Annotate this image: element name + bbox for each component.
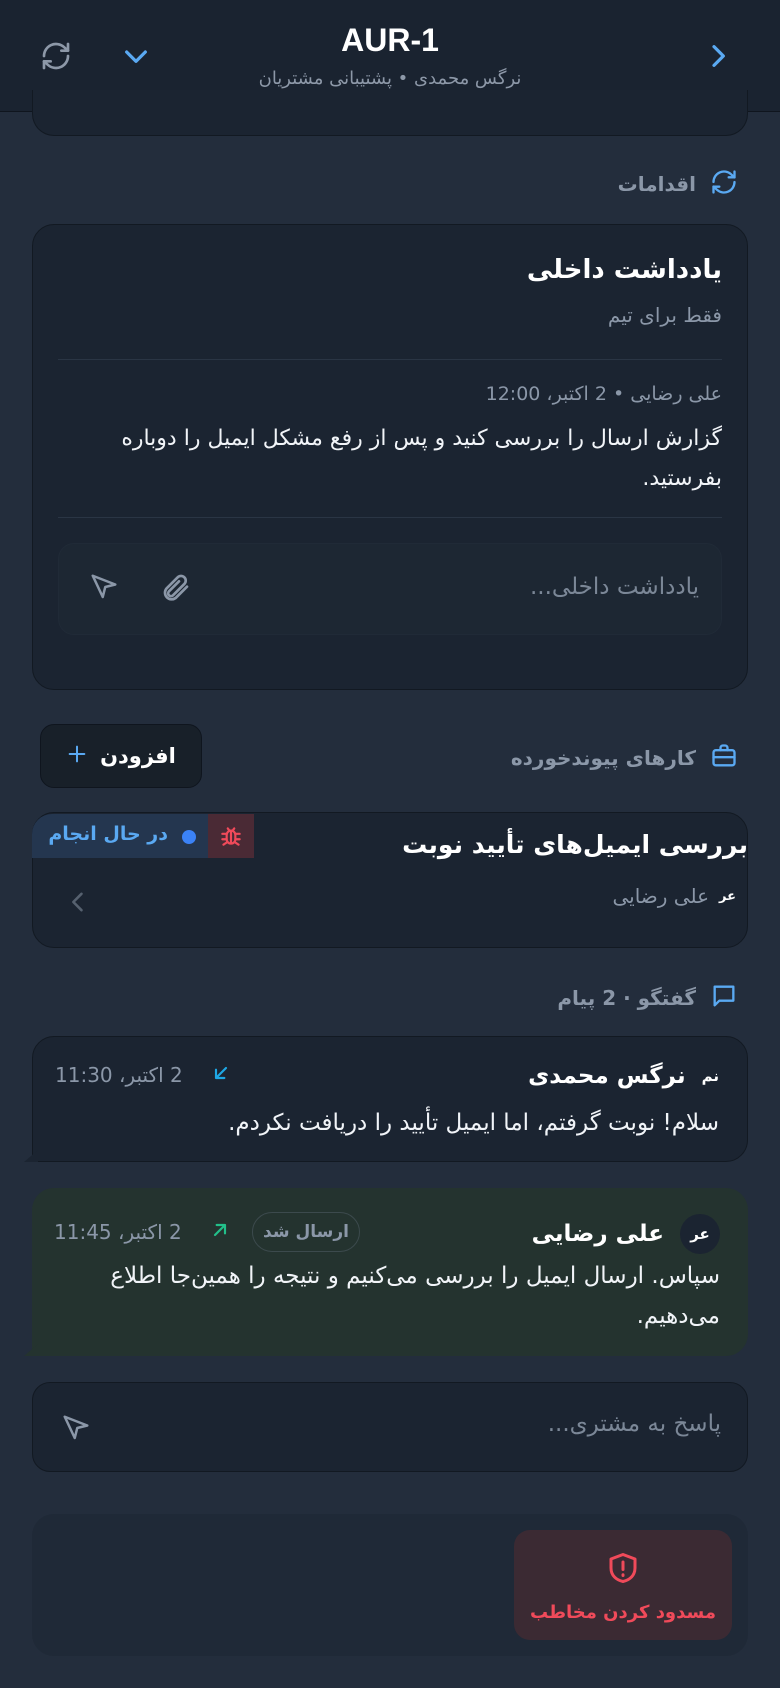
bubble-tail — [24, 1344, 38, 1356]
arrow-up-right-icon — [210, 1220, 230, 1244]
divider — [58, 517, 722, 518]
block-contact-label: مسدود کردن مخاطب — [530, 1602, 716, 1623]
message-text: سلام! نوبت گرفتم، اما ایمیل تأیید را دری… — [228, 1110, 719, 1136]
divider — [58, 359, 722, 360]
message-time: 2 اکتبر، 11:30 — [55, 1063, 183, 1087]
send-icon[interactable] — [61, 1413, 91, 1447]
avatar: نم — [701, 1067, 719, 1085]
task-assignee-name: علی رضایی — [612, 884, 710, 908]
previous-card — [32, 90, 748, 136]
note-body: گزارش ارسال را بررسی کنید و پس از رفع مش… — [121, 426, 722, 491]
briefcase-icon — [710, 742, 738, 774]
task-title: بررسی ایمیل‌های تأیید نوبت — [402, 830, 748, 859]
plus-icon — [66, 743, 88, 770]
message-header: نم نرگس محمدی — [528, 1063, 719, 1089]
paperclip-icon[interactable] — [159, 572, 191, 608]
actions-header: اقدامات — [618, 168, 738, 200]
add-task-button[interactable]: افزودن — [40, 724, 202, 788]
avatar-initials: عر — [690, 1225, 710, 1243]
internal-note-placeholder: یادداشت داخلی... — [529, 574, 699, 600]
bug-icon — [208, 814, 254, 858]
contact-actions-card: مسدود کردن مخاطب — [32, 1514, 748, 1656]
chevron-right-icon[interactable] — [698, 36, 738, 76]
message-sender: علی رضایی — [531, 1221, 664, 1247]
message-outgoing: عر علی رضایی ارسال شد 2 اکتبر، 11:45 سپا… — [32, 1188, 748, 1356]
avatar: عر — [680, 1214, 720, 1254]
page-title: AUR-1 — [341, 22, 439, 58]
avatar: عر — [719, 888, 736, 904]
message-meta: 2 اکتبر، 11:30 — [55, 1063, 231, 1087]
refresh-icon — [710, 168, 738, 200]
reply-input[interactable]: پاسخ به مشتری... — [32, 1382, 748, 1472]
message-time: 2 اکتبر، 11:45 — [54, 1220, 182, 1244]
task-status-label: در حال انجام — [48, 823, 168, 845]
message-icon — [710, 982, 738, 1014]
shield-alert-icon — [605, 1550, 641, 1590]
reply-placeholder: پاسخ به مشتری... — [547, 1411, 721, 1437]
send-icon[interactable] — [89, 572, 119, 606]
task-assignee: عر علی رضایی — [612, 884, 736, 908]
internal-note-card: یادداشت داخلی فقط برای تیم علی رضایی • 2… — [32, 224, 748, 690]
status-dot — [182, 830, 196, 844]
internal-note-subtitle: فقط برای تیم — [607, 303, 722, 327]
internal-note-input[interactable]: یادداشت داخلی... — [58, 543, 722, 635]
message-text: سپاس. ارسال ایمیل را بررسی می‌کنیم و نتی… — [110, 1263, 720, 1329]
message-header: عر علی رضایی — [532, 1214, 720, 1254]
message-meta: 2 اکتبر، 11:45 — [54, 1220, 230, 1244]
conversation-header: گفتگو · 2 پیام — [557, 982, 738, 1014]
actions-label: اقدامات — [617, 172, 696, 196]
linked-tasks-label: کارهای پیوندخورده — [510, 746, 696, 770]
linked-tasks-header: کارهای پیوندخورده — [511, 742, 738, 774]
arrow-down-left-icon — [211, 1063, 231, 1087]
add-button-label: افزودن — [100, 744, 176, 768]
chevron-left-icon[interactable] — [64, 888, 92, 920]
bubble-tail — [24, 1150, 38, 1162]
message-sender: نرگس محمدی — [528, 1063, 686, 1089]
conversation-label: گفتگو · 2 پیام — [557, 986, 696, 1010]
page-subtitle: نرگس محمدی • پشتیبانی مشتریان — [258, 68, 522, 89]
block-contact-button[interactable]: مسدود کردن مخاطب — [514, 1530, 732, 1640]
internal-note-title: یادداشت داخلی — [526, 255, 722, 285]
message-incoming: نم نرگس محمدی 2 اکتبر، 11:30 سلام! نوبت … — [32, 1036, 748, 1162]
sent-badge: ارسال شد — [252, 1212, 360, 1252]
note-meta: علی رضایی • 2 اکتبر، 12:00 — [485, 383, 722, 405]
task-status-badge: در حال انجام — [32, 814, 254, 858]
